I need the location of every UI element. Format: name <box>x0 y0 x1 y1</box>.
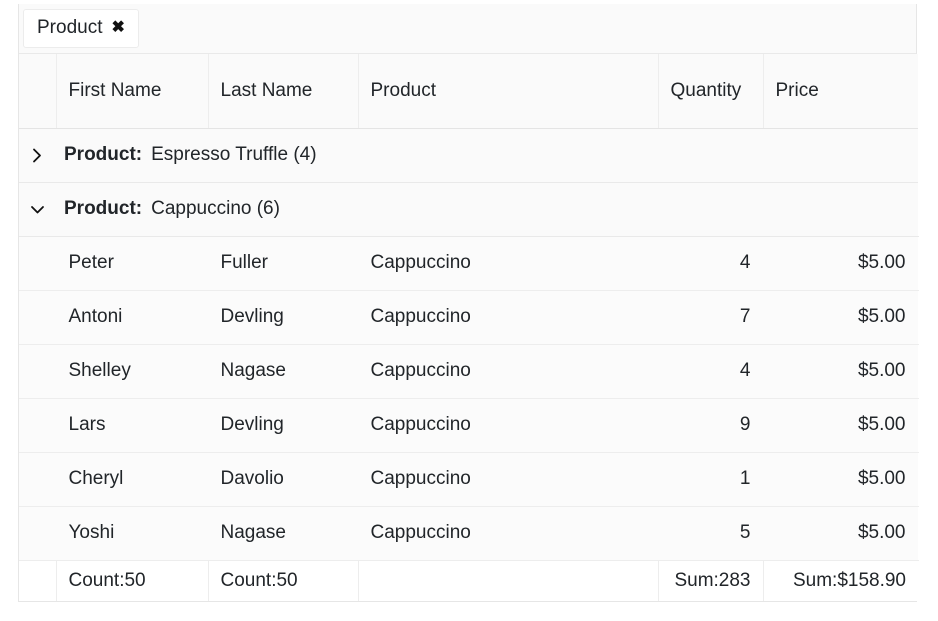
cell-price: $5.00 <box>763 452 918 507</box>
cell-first-name: Peter <box>56 236 208 291</box>
summary-first-name: Count:50 <box>56 559 209 601</box>
data-grid: Product ✖ First Name Last Name Product Q… <box>18 4 919 602</box>
cell-last-name: Nagase <box>208 506 358 561</box>
row-indent <box>19 452 56 507</box>
cell-price: $5.00 <box>763 344 918 399</box>
table-body: Product: Espresso Truffle (4) Product: C… <box>19 128 918 561</box>
header-indent <box>19 54 57 129</box>
table-row[interactable]: Peter Fuller Cappuccino 4 $5.00 <box>19 236 918 291</box>
table-row[interactable]: Cheryl Davolio Cappuccino 1 $5.00 <box>19 452 918 507</box>
chevron-down-icon[interactable] <box>19 204 56 215</box>
summary-quantity: Sum:283 <box>658 559 764 601</box>
group-chip-product[interactable]: Product ✖ <box>23 9 139 48</box>
table-row[interactable]: Shelley Nagase Cappuccino 4 $5.00 <box>19 344 918 399</box>
cell-price: $5.00 <box>763 236 918 291</box>
cell-product: Cappuccino <box>358 344 658 399</box>
group-row-cell: Product: Espresso Truffle (4) <box>19 128 918 183</box>
row-indent <box>19 506 56 561</box>
group-field-label: Product: <box>64 144 143 165</box>
group-chip-label: Product <box>37 17 103 38</box>
column-header-first-name[interactable]: First Name <box>56 54 209 129</box>
cell-first-name: Cheryl <box>56 452 208 507</box>
group-row-cappuccino[interactable]: Product: Cappuccino (6) <box>19 182 918 237</box>
group-field-value: Cappuccino (6) <box>151 198 280 219</box>
row-indent <box>19 236 56 291</box>
cell-product: Cappuccino <box>358 452 658 507</box>
table-row[interactable]: Yoshi Nagase Cappuccino 5 $5.00 <box>19 506 918 561</box>
cell-price: $5.00 <box>763 398 918 453</box>
cell-quantity: 4 <box>658 236 763 291</box>
cell-last-name: Devling <box>208 290 358 345</box>
cell-product: Cappuccino <box>358 290 658 345</box>
cell-first-name: Lars <box>56 398 208 453</box>
column-header-last-name[interactable]: Last Name <box>208 54 359 129</box>
cell-last-name: Fuller <box>208 236 358 291</box>
cell-quantity: 9 <box>658 398 763 453</box>
group-field-label: Product: <box>64 198 143 219</box>
summary-last-name: Count:50 <box>208 559 359 601</box>
cell-product: Cappuccino <box>358 506 658 561</box>
column-header-price[interactable]: Price <box>763 54 918 129</box>
summary-row: Count:50 Count:50 Sum:283 Sum:$158.90 <box>19 559 918 601</box>
summary-product <box>358 559 659 601</box>
table-footer: Count:50 Count:50 Sum:283 Sum:$158.90 <box>19 559 918 601</box>
cell-last-name: Davolio <box>208 452 358 507</box>
cell-first-name: Shelley <box>56 344 208 399</box>
cell-price: $5.00 <box>763 290 918 345</box>
column-header-product[interactable]: Product <box>358 54 659 129</box>
chevron-right-icon[interactable] <box>19 148 56 163</box>
cell-quantity: 5 <box>658 506 763 561</box>
row-indent <box>19 398 56 453</box>
header-row: First Name Last Name Product Quantity Pr… <box>19 54 918 129</box>
grid-table: First Name Last Name Product Quantity Pr… <box>19 54 919 601</box>
row-indent <box>19 290 56 345</box>
group-row-cell: Product: Cappuccino (6) <box>19 182 918 237</box>
cell-quantity: 1 <box>658 452 763 507</box>
table-row[interactable]: Antoni Devling Cappuccino 7 $5.00 <box>19 290 918 345</box>
cell-last-name: Devling <box>208 398 358 453</box>
cell-product: Cappuccino <box>358 236 658 291</box>
table-header: First Name Last Name Product Quantity Pr… <box>19 54 918 129</box>
group-drop-panel[interactable]: Product ✖ <box>19 4 916 54</box>
cell-quantity: 7 <box>658 290 763 345</box>
cell-first-name: Yoshi <box>56 506 208 561</box>
cell-first-name: Antoni <box>56 290 208 345</box>
summary-price: Sum:$158.90 <box>763 559 918 601</box>
column-header-quantity[interactable]: Quantity <box>658 54 764 129</box>
row-indent <box>19 344 56 399</box>
table-row[interactable]: Lars Devling Cappuccino 9 $5.00 <box>19 398 918 453</box>
group-row-espresso-truffle[interactable]: Product: Espresso Truffle (4) <box>19 128 918 183</box>
summary-indent <box>19 559 57 601</box>
cell-product: Cappuccino <box>358 398 658 453</box>
cell-quantity: 4 <box>658 344 763 399</box>
cell-last-name: Nagase <box>208 344 358 399</box>
cell-price: $5.00 <box>763 506 918 561</box>
group-field-value: Espresso Truffle (4) <box>151 144 317 165</box>
close-icon[interactable]: ✖ <box>111 20 124 36</box>
